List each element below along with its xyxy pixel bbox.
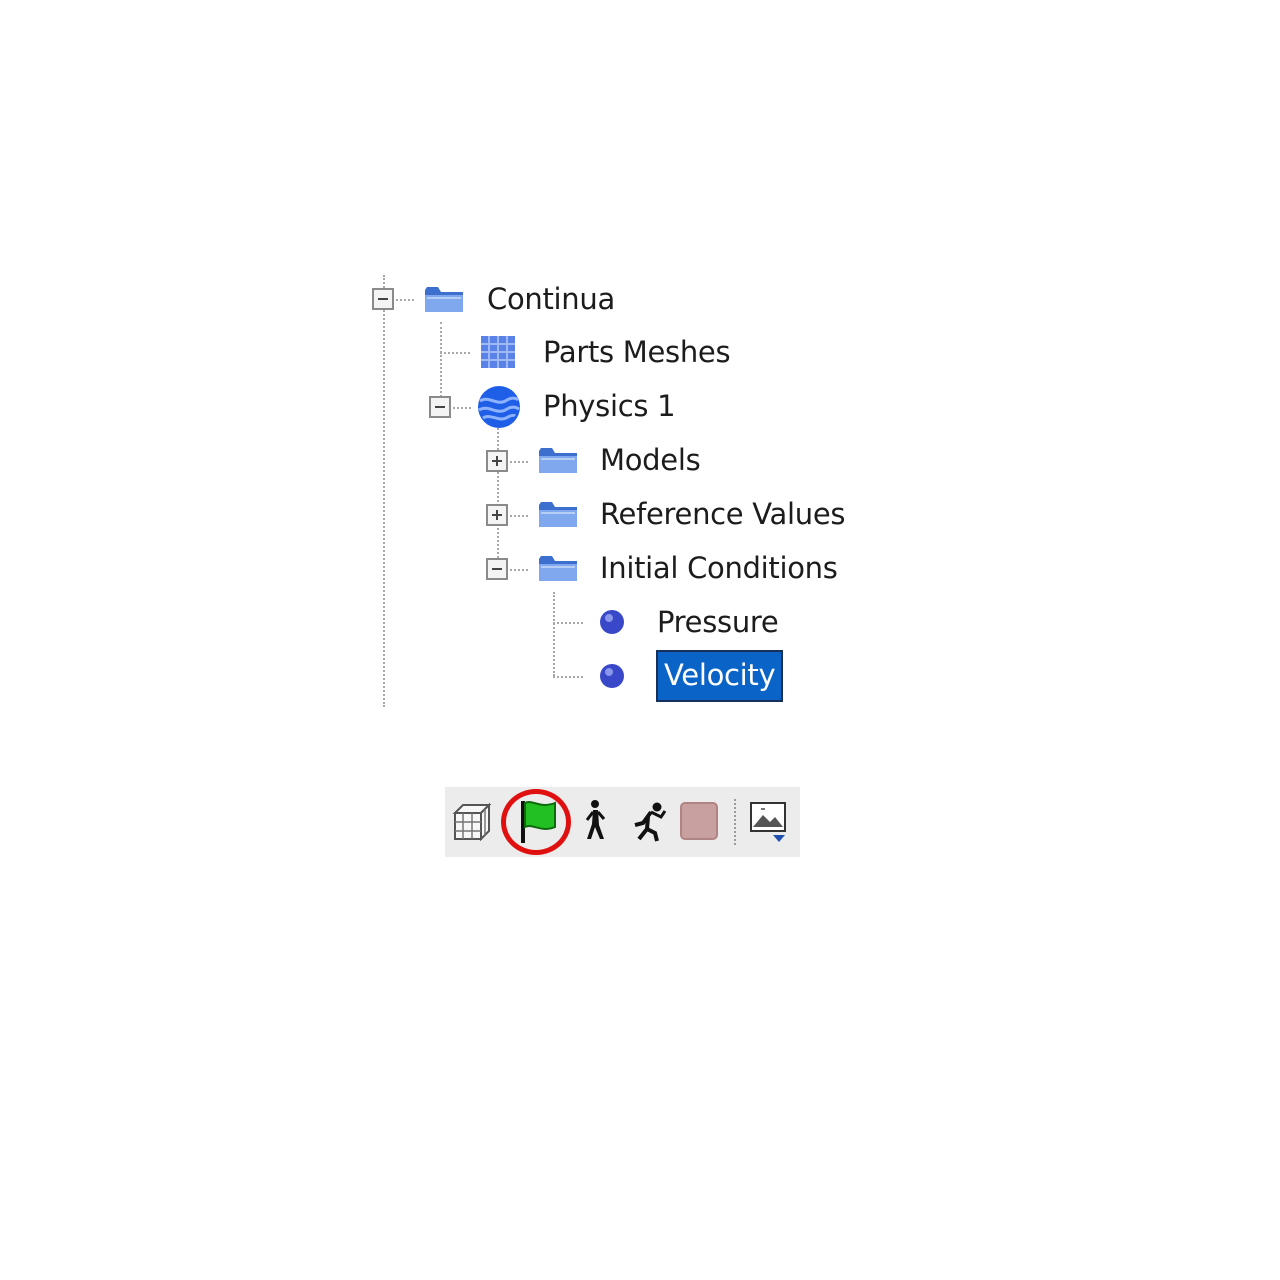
tree-connector xyxy=(553,676,583,678)
tree-connector xyxy=(510,569,528,571)
scene-dropdown-icon[interactable] xyxy=(747,787,791,857)
tree-node-label[interactable]: Continua xyxy=(487,279,615,319)
expand-toggle-models[interactable] xyxy=(486,450,508,472)
tree-node-label[interactable]: Reference Values xyxy=(600,494,846,534)
tree-connector xyxy=(396,299,414,301)
physics-sphere-icon xyxy=(477,385,521,433)
highlight-ring xyxy=(501,789,571,855)
folder-icon xyxy=(537,445,579,481)
tree-connector xyxy=(383,275,385,707)
tree-connector xyxy=(553,622,583,624)
tree-connector xyxy=(440,352,470,354)
folder-icon xyxy=(537,499,579,535)
tree-node-label[interactable]: Parts Meshes xyxy=(543,332,731,372)
simulation-tree: Continua Parts Meshes Physics 1 Models R… xyxy=(0,0,1280,760)
tree-connector xyxy=(510,461,528,463)
tree-connector xyxy=(453,407,471,409)
tree-connector xyxy=(553,592,555,676)
collapse-toggle-initial-conditions[interactable] xyxy=(486,558,508,580)
folder-icon xyxy=(423,284,465,320)
tree-node-label-selected[interactable]: Velocity xyxy=(656,650,784,702)
run-icon[interactable] xyxy=(625,787,669,857)
tree-node-label[interactable]: Physics 1 xyxy=(543,386,676,426)
collapse-toggle-physics[interactable] xyxy=(429,396,451,418)
step-walk-icon[interactable] xyxy=(579,787,611,857)
collapse-toggle-continua[interactable] xyxy=(372,288,394,310)
condition-dot-icon xyxy=(599,663,625,693)
tree-connector xyxy=(497,428,499,558)
mesh-cube-icon[interactable] xyxy=(451,787,495,857)
tree-node-label[interactable]: Models xyxy=(600,440,701,480)
solver-toolbar xyxy=(445,787,800,857)
mesh-grid-icon xyxy=(480,335,516,373)
folder-icon xyxy=(537,553,579,589)
condition-dot-icon xyxy=(599,609,625,639)
expand-toggle-reference-values[interactable] xyxy=(486,504,508,526)
tree-node-label[interactable]: Pressure xyxy=(657,602,779,642)
tree-connector xyxy=(510,515,528,517)
toolbar-separator xyxy=(734,799,736,845)
tree-connector xyxy=(440,322,442,397)
stop-icon[interactable] xyxy=(679,787,719,857)
tree-node-label[interactable]: Initial Conditions xyxy=(600,548,838,588)
